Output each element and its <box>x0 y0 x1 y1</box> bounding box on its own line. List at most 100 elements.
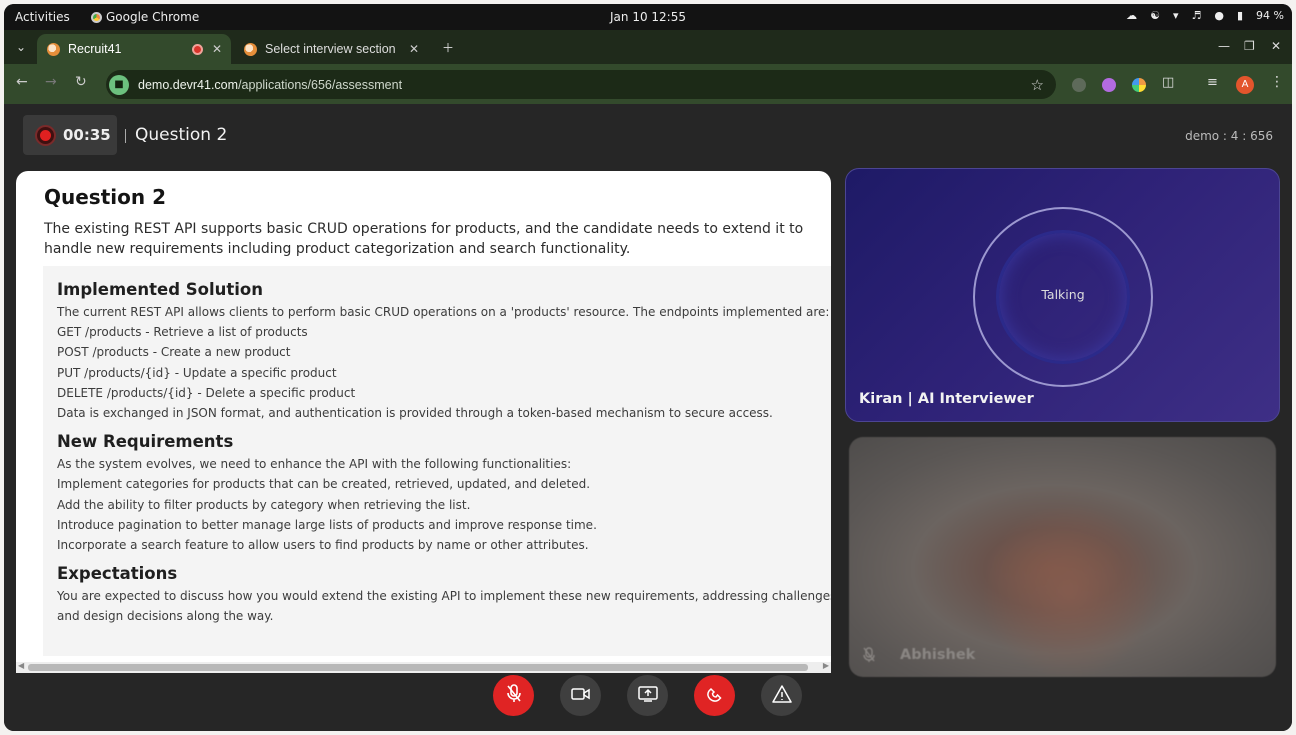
section-line: Implement categories for products that c… <box>57 477 591 492</box>
end-call-button[interactable] <box>694 675 735 716</box>
section-line: Data is exchanged in JSON format, and au… <box>57 406 773 421</box>
section-heading: Implemented Solution <box>57 280 264 299</box>
candidate-name: Abhishek <box>900 647 976 663</box>
battery-icon: ▮ <box>1236 9 1244 22</box>
tab-search-button[interactable]: ⌄ <box>9 35 33 59</box>
phone-hangup-icon <box>705 684 725 708</box>
screen-share-icon <box>637 685 658 706</box>
tab-select-interview-section[interactable]: Select interview section ✕ <box>234 34 428 64</box>
extension-purple-icon[interactable] <box>1102 78 1116 92</box>
address-bar[interactable]: ■ demo.devr41.com/applications/656/asses… <box>106 70 1056 99</box>
browser-toolbar: ← → ↻ ■ demo.devr41.com/applications/656… <box>4 64 1292 104</box>
section-line: Introduce pagination to better manage la… <box>57 517 597 532</box>
arrow-left-icon: ← <box>16 74 28 90</box>
horizontal-scrollbar[interactable]: ◀ ▶ <box>16 661 831 673</box>
reload-button[interactable]: ↻ <box>75 74 87 90</box>
forward-button[interactable]: → <box>45 74 57 90</box>
recruit41-favicon-icon <box>47 42 60 56</box>
report-issue-button[interactable] <box>761 675 802 716</box>
section-expectations: Expectations You are expected to discuss… <box>57 564 831 626</box>
call-controls <box>4 675 1292 717</box>
volume-icon: ♬ <box>1191 9 1202 22</box>
session-id: demo : 4 : 656 <box>1185 129 1273 143</box>
camera-button[interactable] <box>560 675 601 716</box>
camera-in-use-icon[interactable]: ■ <box>109 74 129 95</box>
new-tab-button[interactable]: ＋ <box>436 35 460 59</box>
section-implemented-solution: Implemented Solution The current REST AP… <box>57 280 830 423</box>
scroll-left-icon[interactable]: ◀ <box>18 661 24 670</box>
back-button[interactable]: ← <box>16 74 28 90</box>
tab-recruit41[interactable]: Recruit41 ✕ <box>37 34 231 64</box>
extension-color-icon[interactable] <box>1132 78 1146 92</box>
steam-icon: ☁ <box>1126 9 1138 22</box>
section-line: You are expected to discuss how you woul… <box>57 589 831 604</box>
section-heading: Expectations <box>57 564 178 584</box>
video-camera-icon <box>570 686 591 705</box>
ai-status: Talking <box>1041 287 1085 302</box>
scrollbar-thumb[interactable] <box>28 664 808 671</box>
close-icon[interactable]: ✕ <box>212 42 222 56</box>
candidate-video-tile: Abhishek <box>849 437 1276 677</box>
clock[interactable]: Jan 10 12:55 <box>4 10 1292 24</box>
arrow-right-icon: → <box>45 74 57 90</box>
desktop-frame: Activities Google Chrome Jan 10 12:55 ☁ … <box>4 4 1292 731</box>
section-line: DELETE /products/{id} - Delete a specifi… <box>57 385 356 400</box>
wifi-icon: ▾ <box>1172 9 1179 22</box>
question-title: Question 2 <box>44 185 166 209</box>
timer-value: 00:35 <box>63 126 111 144</box>
question-details: Implemented Solution The current REST AP… <box>43 266 831 656</box>
ai-interviewer-tile: Talking Kiran | AI Interviewer <box>845 168 1280 422</box>
url-path: /applications/656/assessment <box>238 77 403 92</box>
warning-triangle-icon <box>771 684 792 707</box>
tab-title: Select interview section <box>265 42 396 56</box>
media-controls-icon[interactable]: ≡ <box>1207 75 1221 90</box>
accessibility-icon: ☯ <box>1150 9 1160 22</box>
section-line: Incorporate a search feature to allow us… <box>57 538 589 553</box>
recording-dot-icon <box>37 126 54 144</box>
reload-icon: ↻ <box>75 74 87 90</box>
mic-off-icon <box>506 683 522 708</box>
extension-bug-icon[interactable] <box>1072 78 1086 92</box>
recruit41-favicon-icon <box>244 42 257 56</box>
section-line: POST /products - Create a new product <box>57 345 291 360</box>
close-window-button[interactable]: ✕ <box>1271 39 1281 53</box>
header-divider <box>125 129 126 143</box>
recording-timer: 00:35 <box>23 115 117 155</box>
bookmark-star-icon[interactable]: ☆ <box>1031 76 1044 94</box>
section-line: and design decisions along the way. <box>57 609 274 624</box>
plus-icon: ＋ <box>441 40 454 55</box>
question-card[interactable]: Question 2 The existing REST API support… <box>16 171 831 672</box>
question-description: The existing REST API supports basic CRU… <box>44 221 804 257</box>
mic-icon: ● <box>1214 9 1224 22</box>
chevron-down-icon: ⌄ <box>15 40 27 54</box>
system-tray[interactable]: ☁ ☯ ▾ ♬ ● ▮ 94 % <box>1126 9 1284 22</box>
mic-off-icon <box>863 647 875 667</box>
restore-button[interactable]: ❐ <box>1244 39 1255 53</box>
url-host: demo.devr41.com <box>138 77 239 92</box>
tab-title: Recruit41 <box>68 42 122 56</box>
scroll-right-icon[interactable]: ▶ <box>823 661 829 670</box>
minimize-button[interactable]: — <box>1218 39 1230 53</box>
section-line: Add the ability to filter products by ca… <box>57 497 471 512</box>
profile-avatar[interactable]: A <box>1236 76 1254 94</box>
assessment-page: 00:35 Question 2 demo : 4 : 656 Question… <box>4 104 1292 731</box>
tab-strip: ⌄ Recruit41 ✕ Select interview section ✕… <box>4 30 1292 64</box>
blurred-video-feed <box>979 507 1159 677</box>
section-line: The current REST API allows clients to p… <box>57 305 830 319</box>
battery-level: 94 % <box>1256 9 1284 22</box>
section-line: As the system evolves, we need to enhanc… <box>57 457 572 472</box>
share-screen-button[interactable] <box>627 675 668 716</box>
mute-mic-button[interactable] <box>493 675 534 716</box>
section-line: GET /products - Retrieve a list of produ… <box>57 325 308 340</box>
url-text: demo.devr41.com/applications/656/assessm… <box>138 78 402 92</box>
recording-indicator-icon <box>192 43 203 55</box>
extensions-puzzle-icon[interactable]: ◫ <box>1162 75 1176 90</box>
header-question-title: Question 2 <box>135 125 228 145</box>
os-top-bar: Activities Google Chrome Jan 10 12:55 ☁ … <box>4 4 1292 30</box>
section-heading: New Requirements <box>57 432 234 452</box>
kebab-menu-icon[interactable]: ⋮ <box>1270 74 1284 90</box>
section-new-requirements: New Requirements As the system evolves, … <box>57 432 817 555</box>
section-line: PUT /products/{id} - Update a specific p… <box>57 365 337 380</box>
ai-interviewer-name: Kiran | AI Interviewer <box>859 391 1034 407</box>
close-icon[interactable]: ✕ <box>409 42 419 56</box>
